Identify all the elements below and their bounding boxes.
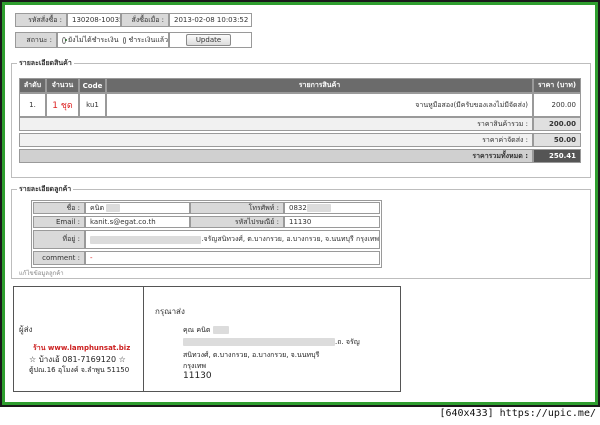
- name-cell: คนิต: [85, 202, 190, 214]
- email-value: kanit.s@egat.co.th: [85, 216, 190, 228]
- status-option-unpaid: ยังไม่ได้ชำระเงิน: [67, 35, 119, 44]
- name-label: ชื่อ :: [33, 202, 85, 214]
- phone-value: 0832: [289, 204, 307, 212]
- order-date-value: 2013-02-08 10:03:52: [169, 13, 252, 27]
- recipient-line2: สนิทวงศ์, ต.บางกรวย, อ.บางกรวย, จ.นนทบุร…: [183, 351, 320, 359]
- col-header-qty: จำนวน: [46, 78, 79, 93]
- subtotal-value: 200.00: [533, 117, 581, 131]
- order-date-label: สั่งซื้อเมื่อ :: [121, 13, 169, 27]
- row-qty: 1 ชุด: [46, 93, 79, 117]
- phone-label: โทรศัพท์ :: [190, 202, 284, 214]
- total-value: 250.41: [533, 149, 581, 163]
- redacted-phone: [306, 204, 331, 212]
- label-divider: [143, 286, 144, 392]
- status-radio-paid[interactable]: [122, 36, 127, 44]
- redacted-name: [106, 204, 121, 212]
- recipient-name-line: คุณ คนิต: [183, 325, 229, 336]
- recipient-name: คุณ คนิต: [183, 326, 211, 334]
- col-header-name: รายการสินค้า: [106, 78, 533, 93]
- total-label: ราคารวมทั้งหมด :: [19, 149, 533, 163]
- phone-cell: 0832: [284, 202, 380, 214]
- recipient-zip: 11130: [183, 371, 212, 381]
- recipient-line1: .ถ. จรัญ: [335, 338, 360, 346]
- recipient-title: กรุณาส่ง: [155, 307, 185, 316]
- page-content: รหัสสั่งซื้อ : 130208-100352 สั่งซื้อเมื…: [5, 5, 595, 402]
- recipient-line1-row: .ถ. จรัญ: [183, 337, 360, 348]
- row-name: จานหูมือสอง(มีครับของเลงไม่มีจัดส่ง): [106, 93, 533, 117]
- col-header-code: Code: [79, 78, 106, 93]
- row-index: 1.: [19, 93, 46, 117]
- update-button[interactable]: Update: [186, 34, 231, 46]
- subtotal-label: ราคาสินค้ารวม :: [19, 117, 533, 131]
- order-no-value: 130208-100352: [67, 13, 121, 27]
- sender-title: ผู้ส่ง: [19, 325, 33, 334]
- col-header-price: ราคา (บาท): [533, 78, 581, 93]
- products-section-title: รายละเอียดสินค้า: [17, 58, 74, 69]
- col-header-index: ลำดับ: [19, 78, 46, 93]
- row-code: ku1: [79, 93, 106, 117]
- redacted-recipient-address: [183, 338, 335, 346]
- address-label: ที่อยู่ :: [33, 230, 85, 249]
- sender-address: ตู้ปณ.16 อุโมงค์ จ.ลำพูน 51150: [29, 366, 130, 374]
- row-price: 200.00: [533, 93, 581, 117]
- address-cell: .จรัญสนิทวงศ์, ต.บางกรวย, อ.บางกรวย, จ.น…: [85, 230, 380, 249]
- status-options: ยังไม่ได้ชำระเงิน ชำระเงินแล้ว: [57, 32, 169, 48]
- comment-value: -: [85, 251, 380, 265]
- status-option-paid: ชำระเงินแล้ว: [128, 35, 168, 44]
- zip-label: รหัสไปรษณีย์ :: [190, 216, 284, 228]
- zip-value: 11130: [284, 216, 380, 228]
- customer-section-title: รายละเอียดลูกค้า: [17, 184, 74, 195]
- image-host-watermark: [640x433] https://upic.me/: [439, 408, 596, 419]
- status-label: สถานะ :: [15, 32, 57, 48]
- comment-label: comment :: [33, 251, 85, 265]
- shipping-value: 50.00: [533, 133, 581, 147]
- address-value: .จรัญสนิทวงศ์, ต.บางกรวย, อ.บางกรวย, จ.น…: [201, 235, 379, 243]
- edit-customer-link[interactable]: แก้ไขข้อมูลลูกค้า: [19, 268, 64, 278]
- redacted-recipient-name: [212, 326, 229, 334]
- order-no-label: รหัสสั่งซื้อ :: [15, 13, 67, 27]
- status-radio-unpaid[interactable]: [62, 36, 67, 44]
- redacted-address: [90, 235, 202, 244]
- name-value: คนิต: [90, 203, 105, 212]
- email-label: Email :: [33, 216, 85, 228]
- shipping-label: ราคาค่าจัดส่ง :: [19, 133, 533, 147]
